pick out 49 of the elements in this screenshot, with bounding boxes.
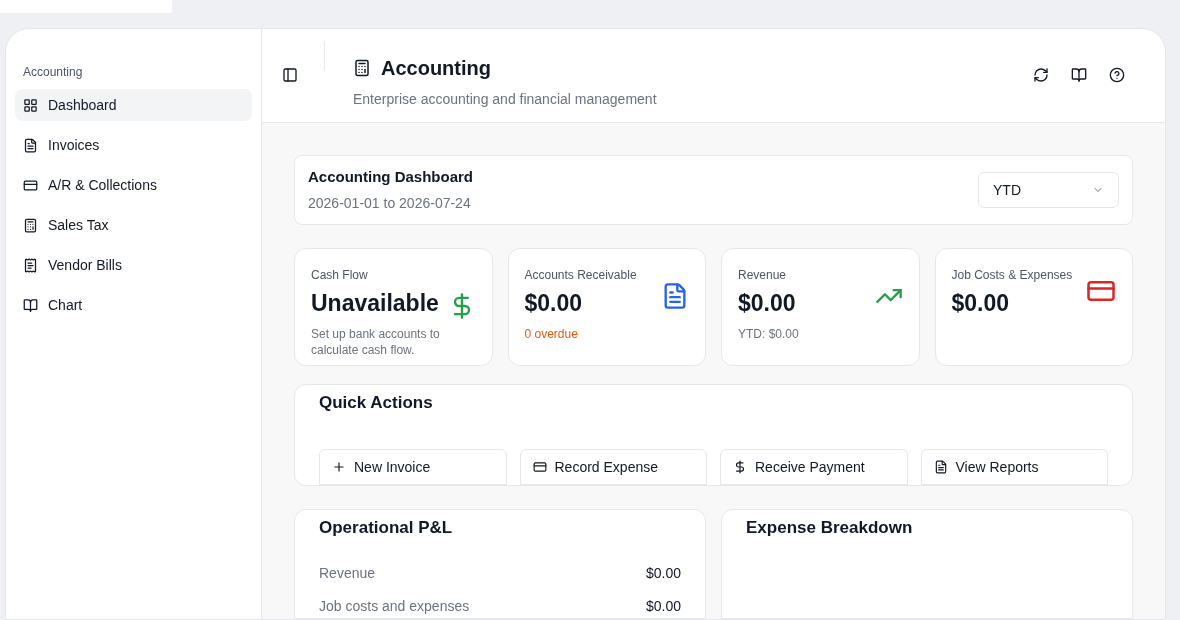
book-button[interactable] <box>1071 67 1087 83</box>
stat-label: Cash Flow <box>311 267 369 284</box>
pnl-label: Revenue <box>319 563 376 583</box>
stat-note: Set up bank accounts to calculate cash flow. <box>311 325 441 358</box>
sidebar-item[interactable]: Chart <box>15 289 252 321</box>
quick-action-button[interactable]: Record Expense <box>519 449 707 485</box>
sidebar-group-label: Accounting <box>22 64 84 81</box>
sidebar-item[interactable]: Vendor Bills <box>15 249 252 281</box>
document-icon <box>933 460 948 474</box>
sidebar-item[interactable]: Dashboard <box>15 89 252 121</box>
help-button[interactable] <box>1109 67 1125 83</box>
page-subtitle: Enterprise accounting and financial management <box>353 90 657 109</box>
quick-action-button[interactable]: New Invoice <box>319 449 507 485</box>
dollar-icon <box>733 460 747 474</box>
period-select[interactable]: YTD <box>978 172 1119 208</box>
plus-icon <box>332 460 346 474</box>
credit-card-icon <box>532 460 547 474</box>
sidebar-toggle-button[interactable] <box>282 67 298 83</box>
stat-note: YTD: $0.00 <box>738 325 800 342</box>
stat-value: $0.00 <box>951 289 1011 318</box>
book-icon <box>23 297 38 313</box>
stat-value: Unavailable <box>311 289 440 318</box>
grid-icon <box>23 97 38 113</box>
refresh-button[interactable] <box>1033 67 1049 83</box>
receipt-icon <box>23 257 38 273</box>
credit-card-icon <box>23 177 38 193</box>
dashboard-title: Accounting Dashboard <box>308 167 473 188</box>
quick-action-button[interactable]: View Reports <box>920 449 1108 485</box>
stat-value: $0.00 <box>524 289 584 318</box>
stat-label: Revenue <box>738 267 788 284</box>
stat-note: 0 overdue <box>524 325 579 342</box>
section-title: Quick Actions <box>319 392 434 414</box>
stat-label: Accounts Receivable <box>524 267 638 284</box>
sidebar-item[interactable]: A/R & Collections <box>15 169 252 201</box>
stat-label: Job Costs & Expenses <box>951 267 1074 284</box>
sidebar-item[interactable]: Sales Tax <box>15 209 252 241</box>
section-title: Expense Breakdown <box>746 518 913 537</box>
document-icon <box>23 137 38 153</box>
date-range: 2026-01-01 to 2026-07-24 <box>308 193 472 213</box>
pnl-amount: $0.00 <box>645 596 681 616</box>
pnl-label: Job costs and expenses <box>319 596 470 616</box>
calculator-icon <box>353 59 371 77</box>
sidebar-item[interactable]: Invoices <box>15 129 252 161</box>
quick-action-button[interactable]: Receive Payment <box>720 449 908 485</box>
page-title: Accounting <box>381 56 491 81</box>
section-title: Operational P&L <box>319 517 454 539</box>
stat-value: $0.00 <box>738 289 797 318</box>
calculator-icon <box>23 217 38 233</box>
pnl-amount: $0.00 <box>645 563 681 583</box>
